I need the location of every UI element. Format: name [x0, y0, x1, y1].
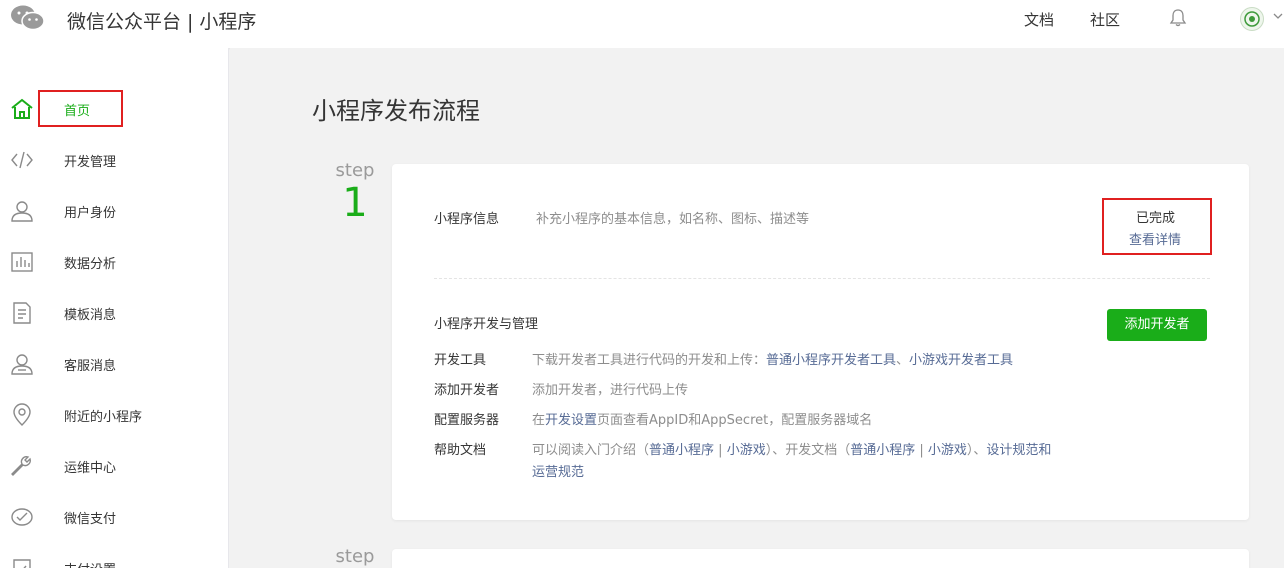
add-developer-button[interactable]: 添加开发者 [1107, 309, 1207, 341]
community-link[interactable]: 社区 [1090, 9, 1120, 30]
design-guidelines-link[interactable]: 设计规范和 [986, 443, 1051, 458]
wrench-icon [11, 456, 31, 476]
sidebar-item-dev-management[interactable]: 开发管理 [0, 140, 228, 180]
platform-name[interactable]: 微信公众平台 [67, 11, 181, 33]
bell-icon[interactable] [1169, 8, 1187, 28]
help-docs-description: 可以阅读入门介绍（普通小程序 | 小游戏）、开发文档（普通小程序 | 小游戏）、… [532, 439, 1051, 458]
step2-card [392, 549, 1249, 568]
add-developer-label: 添加开发者 [434, 383, 500, 398]
code-icon [11, 151, 33, 169]
home-icon [11, 98, 33, 119]
dev-section-heading: 小程序开发与管理 [434, 317, 539, 332]
separator: 、 [896, 353, 910, 368]
pipe-separator: | [714, 443, 727, 458]
step-number: 1 [342, 180, 368, 226]
info-description: 补充小程序的基本信息，如名称、图标、描述等 [536, 212, 810, 227]
help-text-3: ）、 [966, 443, 987, 458]
support-user-icon [11, 354, 33, 375]
docs-mini-program-link[interactable]: 普通小程序 [850, 443, 915, 458]
sidebar-item-user-identity[interactable]: 用户身份 [0, 191, 228, 231]
title-separator: | [187, 11, 194, 33]
sidebar: 首页 开发管理 用户身份 数据分析 模板消息 客服消息 附近的小程序 运维中心 … [0, 48, 229, 568]
sidebar-item-ops-center[interactable]: 运维中心 [0, 446, 228, 486]
sidebar-item-customer-service[interactable]: 客服消息 [0, 344, 228, 384]
sidebar-item-label: 数据分析 [64, 257, 117, 272]
payment-settings-icon [13, 559, 31, 568]
dev-tools-label: 开发工具 [434, 353, 487, 368]
server-config-description: 在开发设置页面查看AppID和AppSecret，配置服务器域名 [532, 409, 872, 428]
step-label: step [335, 546, 375, 567]
pipe-separator: | [915, 443, 928, 458]
avatar-emblem-icon [1244, 11, 1260, 27]
top-bar: 微信公众平台 | 小程序 文档 社区 [0, 0, 1284, 48]
intro-mini-program-link[interactable]: 普通小程序 [649, 443, 714, 458]
server-config-text: 在 [532, 413, 546, 428]
divider [434, 278, 1210, 279]
sidebar-item-label: 开发管理 [64, 155, 117, 170]
sidebar-item-template-message[interactable]: 模板消息 [0, 293, 228, 333]
server-config-label: 配置服务器 [434, 413, 500, 428]
section-name: 小程序 [199, 11, 257, 33]
dev-tools-description: 下载开发者工具进行代码的开发和上传：普通小程序开发者工具、小游戏开发者工具 [532, 349, 1013, 368]
add-developer-description: 添加开发者，进行代码上传 [532, 383, 689, 398]
step-label: step [335, 160, 375, 181]
dev-settings-link[interactable]: 开发设置 [545, 413, 597, 428]
sidebar-item-label: 运维中心 [64, 461, 117, 476]
highlight-box [1102, 198, 1212, 255]
intro-mini-game-link[interactable]: 小游戏 [727, 443, 766, 458]
docs-link[interactable]: 文档 [1024, 9, 1054, 30]
document-icon [13, 302, 31, 324]
avatar[interactable] [1240, 7, 1264, 31]
sidebar-item-label: 附近的小程序 [64, 410, 143, 425]
step1-card: 小程序信息 补充小程序的基本信息，如名称、图标、描述等 已完成 查看详情 小程序… [392, 164, 1249, 520]
sidebar-item-label: 客服消息 [64, 359, 117, 374]
bar-chart-icon [11, 252, 33, 272]
wechat-pay-icon [11, 508, 33, 526]
page-title: 小程序发布流程 [312, 97, 480, 125]
sidebar-item-label: 用户身份 [64, 206, 117, 221]
operation-guidelines-link[interactable]: 运营规范 [532, 465, 584, 480]
sidebar-item-data-analysis[interactable]: 数据分析 [0, 242, 228, 282]
mini-game-devtools-link[interactable]: 小游戏开发者工具 [909, 353, 1013, 368]
sidebar-item-label: 模板消息 [64, 308, 117, 323]
user-icon [11, 201, 33, 222]
server-config-text-2: 页面查看AppID和AppSecret，配置服务器域名 [597, 413, 873, 428]
help-docs-label: 帮助文档 [434, 443, 487, 458]
location-pin-icon [13, 403, 31, 426]
mini-program-devtools-link[interactable]: 普通小程序开发者工具 [766, 353, 896, 368]
sidebar-item-payment-settings[interactable]: 支付设置 [0, 548, 228, 568]
help-docs-description-line2: 运营规范 [532, 461, 584, 480]
chevron-down-icon[interactable] [1272, 10, 1284, 22]
sidebar-item-label: 支付设置 [64, 559, 116, 568]
docs-mini-game-link[interactable]: 小游戏 [928, 443, 967, 458]
wechat-logo-icon[interactable] [10, 4, 46, 32]
sidebar-item-label: 微信支付 [64, 512, 117, 527]
help-text-2: ）、开发文档（ [765, 443, 851, 458]
dev-tools-text: 下载开发者工具进行代码的开发和上传： [532, 353, 767, 368]
highlight-box [38, 90, 123, 127]
help-text-1: 可以阅读入门介绍（ [532, 443, 650, 458]
sidebar-item-wechat-pay[interactable]: 微信支付 [0, 497, 228, 537]
info-label: 小程序信息 [434, 212, 500, 227]
app-name: 微信公众平台 | 小程序 [67, 7, 256, 34]
sidebar-item-nearby-miniprogram[interactable]: 附近的小程序 [0, 395, 228, 435]
